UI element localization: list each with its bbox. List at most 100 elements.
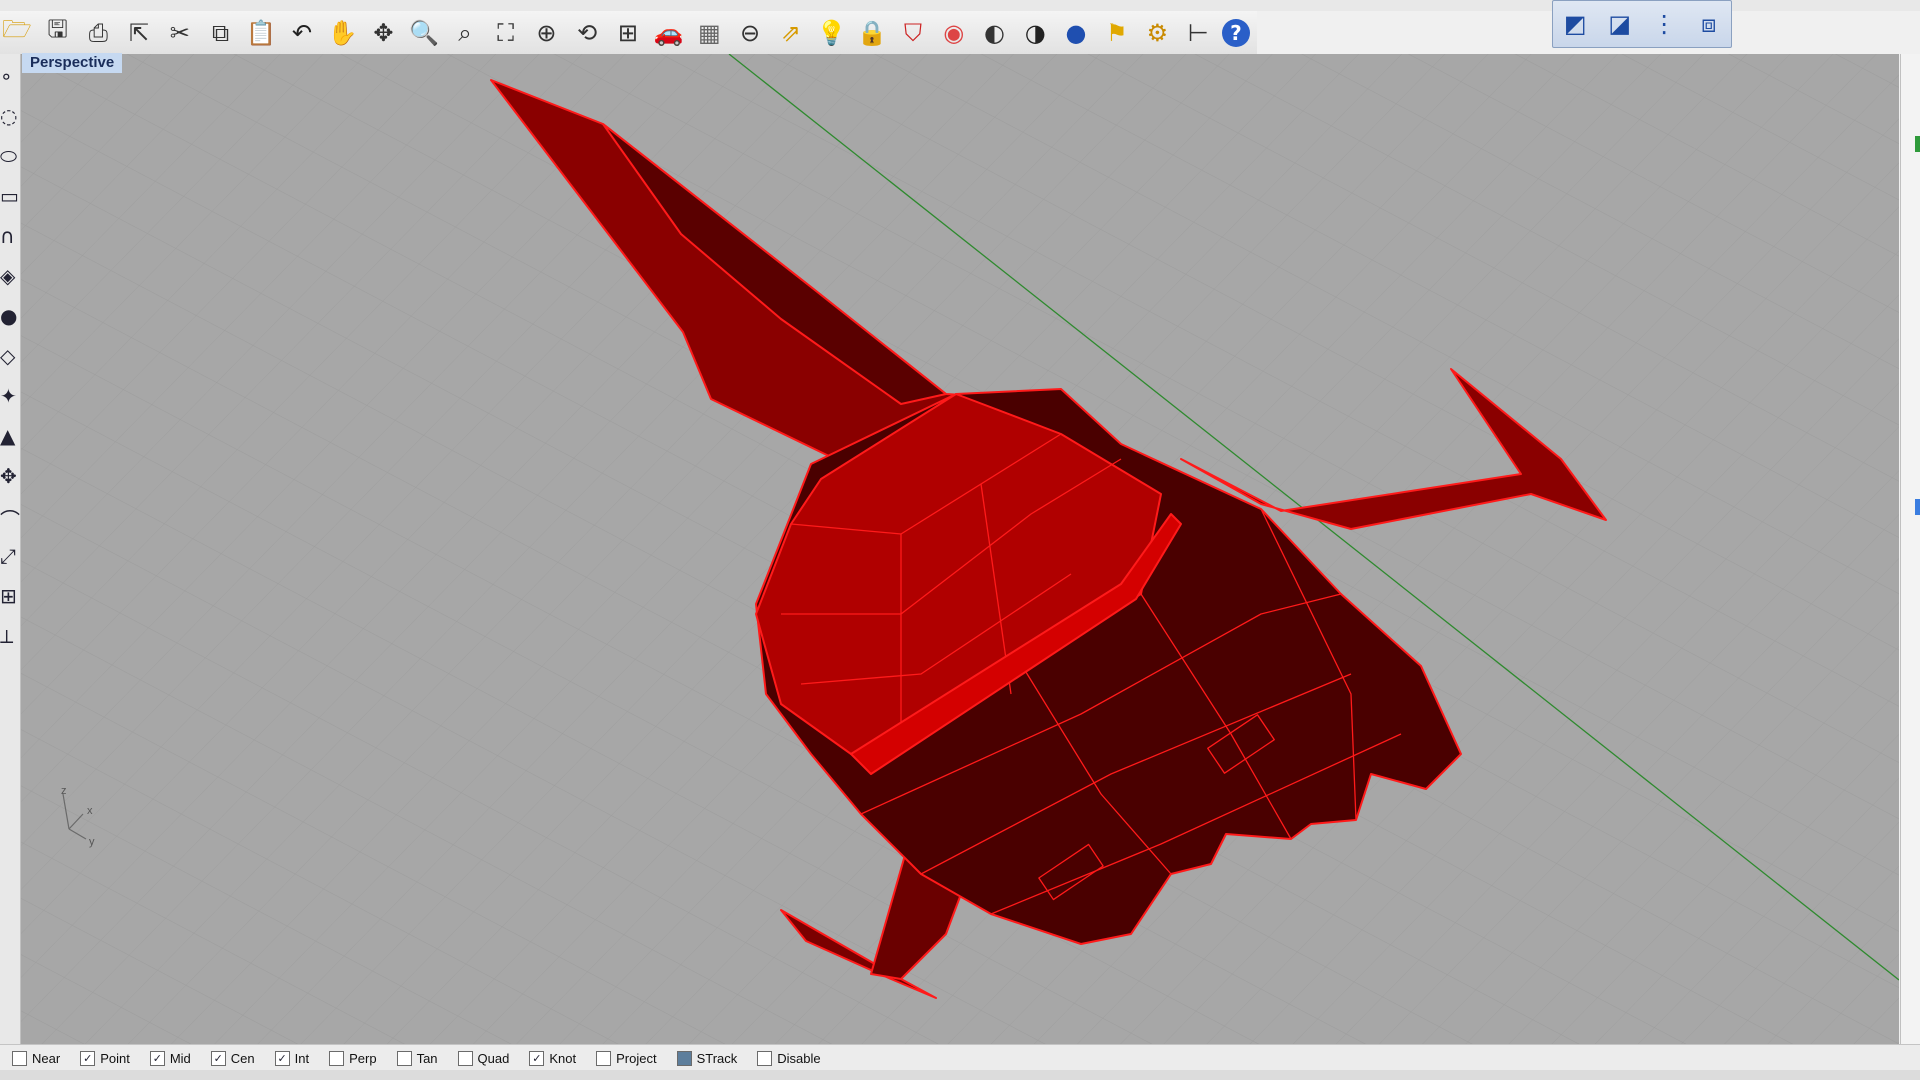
car-icon[interactable]: 🚗 <box>652 15 686 51</box>
dimension-tool-icon[interactable]: ⊞ <box>0 584 20 614</box>
surface-tool-icon[interactable]: ◈ <box>0 264 20 294</box>
ellipse-tool-icon[interactable]: ⬭ <box>0 144 20 174</box>
material-sphere-icon[interactable]: ◐ <box>978 15 1012 51</box>
layer-icon[interactable]: ⛉ <box>896 15 930 51</box>
perspective-viewport[interactable]: z x y <box>21 54 1899 1044</box>
snap-project[interactable]: Project <box>596 1050 657 1066</box>
snap-tan[interactable]: Tan <box>396 1050 438 1066</box>
rectangle-tool-icon[interactable]: ▭ <box>0 184 20 214</box>
snap-int[interactable]: ✓ Int <box>274 1050 310 1066</box>
snap-tan-checkbox[interactable] <box>396 1050 412 1066</box>
snap-point-label: Point <box>100 1050 130 1066</box>
blue-indicator <box>1915 499 1920 515</box>
snap-knot-label: Knot <box>549 1050 577 1066</box>
view-front-icon[interactable]: ⋮ <box>1647 7 1681 41</box>
point-icon[interactable]: ⊖ <box>733 15 767 51</box>
move-tool-icon[interactable]: ✥ <box>0 464 20 494</box>
snap-strack-label: STrack <box>696 1050 738 1066</box>
analyze-tool-icon[interactable]: ⟂ <box>0 624 20 654</box>
viewport-canvas[interactable]: z x y <box>21 54 1899 1044</box>
transform-tool-icon[interactable]: ⤢ <box>0 544 20 574</box>
dimension-icon[interactable]: ⊢ <box>1181 15 1215 51</box>
flag-icon[interactable]: ⚑ <box>1100 15 1134 51</box>
snap-int-label: Int <box>294 1050 310 1066</box>
snap-quad-checkbox[interactable] <box>457 1050 473 1066</box>
viewport-title[interactable]: Perspective <box>22 53 123 73</box>
snap-mid-label: Mid <box>169 1050 191 1066</box>
snap-mid[interactable]: ✓ Mid <box>149 1050 191 1066</box>
snap-disable-checkbox[interactable] <box>757 1050 773 1066</box>
right-panel-strip <box>1900 54 1920 1044</box>
paste-icon[interactable]: 📋 <box>244 15 278 51</box>
snap-cen-label: Cen <box>230 1050 255 1066</box>
snap-mid-checkbox[interactable]: ✓ <box>149 1050 165 1066</box>
snap-strack[interactable]: STrack <box>676 1050 738 1066</box>
snap-disable[interactable]: Disable <box>757 1050 821 1066</box>
color-wheel-icon[interactable]: ◉ <box>937 15 971 51</box>
rotate-view-icon[interactable]: ✥ <box>367 15 401 51</box>
snap-strack-checkbox[interactable] <box>676 1050 692 1066</box>
green-indicator <box>1915 136 1920 152</box>
render-sphere-icon[interactable]: ◑ <box>1018 15 1052 51</box>
move-icon[interactable]: ⇗ <box>774 15 808 51</box>
explode-tool-icon[interactable]: ✦ <box>0 384 20 414</box>
grid-plane-icon[interactable]: ▦ <box>692 15 726 51</box>
settings-icon[interactable]: ⚙ <box>1141 15 1175 51</box>
snap-near-checkbox[interactable] <box>12 1050 27 1066</box>
lock-icon[interactable]: 🔒 <box>855 15 889 51</box>
loft-tool-icon[interactable]: ◇ <box>0 344 20 374</box>
axis-label-z: z <box>61 785 67 797</box>
cut-icon[interactable]: ✂ <box>163 15 197 51</box>
snap-near-label: Near <box>32 1050 61 1066</box>
snap-disable-label: Disable <box>777 1050 821 1066</box>
pan-icon[interactable]: ✋ <box>326 15 360 51</box>
light-icon[interactable]: 💡 <box>815 15 849 51</box>
left-toolbar: ∘ ◌ ⬭ ▭ ∩ ◈ ● ◇ ✦ ▲ ✥ ⌒ ⤢ ⊞ ⟂ <box>0 54 21 1044</box>
zoom-window-icon[interactable]: ⌕ <box>448 15 482 51</box>
undo-icon[interactable]: ↶ <box>285 15 319 51</box>
snap-cen-checkbox[interactable]: ✓ <box>210 1050 226 1066</box>
snap-knot[interactable]: ✓ Knot <box>529 1050 577 1066</box>
bottom-status-strip <box>0 1070 1920 1080</box>
view-toolbar: ◩ ◪ ⋮ ⧈ <box>1552 0 1732 48</box>
osnap-status-bar: Near ✓ Point ✓ Mid ✓ Cen ✓ Int Perp Tan Quad ✓ Knot Pr… <box>0 1044 1920 1071</box>
snap-quad[interactable]: Quad <box>457 1050 510 1066</box>
snap-perp[interactable]: Perp <box>329 1050 377 1066</box>
zoom-icon[interactable]: 🔍 <box>407 15 441 51</box>
snap-tan-label: Tan <box>416 1050 438 1066</box>
view-3d-icon[interactable]: ◩ <box>1558 7 1592 41</box>
zoom-extents-icon[interactable]: ⛶ <box>489 15 523 51</box>
snap-knot-checkbox[interactable]: ✓ <box>529 1050 545 1066</box>
print-icon[interactable]: ⎙ <box>81 15 115 51</box>
main-toolbar: 🗁 🖫 ⎙ ⇱ ✂ ⧉ 📋 ↶ ✋ ✥ 🔍 ⌕ ⛶ ⊕ ⟲ ⊞ 🚗 ▦ ⊖ ⇗ 💡 🔒 ⛉ ◉ ◐ ◑ ● ⚑ ⚙ ⊢? <box>0 11 1257 55</box>
arc-tool-icon[interactable]: ∩ <box>0 224 20 254</box>
snap-cen[interactable]: ✓ Cen <box>210 1050 255 1066</box>
export-icon[interactable]: ⇱ <box>122 15 156 51</box>
snap-perp-label: Perp <box>349 1050 377 1066</box>
point-tool-icon[interactable]: ∘ <box>0 64 20 94</box>
snap-quad-label: Quad <box>477 1050 510 1066</box>
curve-tool-icon[interactable]: ⌒ <box>0 504 20 534</box>
zoom-selected-icon[interactable]: ⊕ <box>530 15 564 51</box>
snap-point-checkbox[interactable]: ✓ <box>80 1050 96 1066</box>
blue-sphere-icon[interactable]: ● <box>1059 15 1093 51</box>
view-top-icon[interactable]: ◪ <box>1603 7 1637 41</box>
four-viewports-icon[interactable]: ⊞ <box>611 15 645 51</box>
snap-int-checkbox[interactable]: ✓ <box>274 1050 290 1066</box>
open-icon[interactable]: 🗁 <box>0 15 34 51</box>
undo-view-icon[interactable]: ⟲ <box>570 15 604 51</box>
copy-icon[interactable]: ⧉ <box>204 15 238 51</box>
save-icon[interactable]: 🖫 <box>41 15 75 51</box>
snap-project-label: Project <box>616 1050 657 1066</box>
axis-label-x: x <box>87 805 93 817</box>
view-right-icon[interactable]: ⧈ <box>1692 7 1726 41</box>
help-icon[interactable]: ? <box>1222 18 1250 47</box>
axis-label-y: y <box>89 836 95 848</box>
snap-point[interactable]: ✓ Point <box>80 1050 130 1066</box>
sphere-tool-icon[interactable]: ● <box>0 304 20 334</box>
circle-tool-icon[interactable]: ◌ <box>0 104 20 134</box>
snap-project-checkbox[interactable] <box>596 1050 612 1066</box>
snap-perp-checkbox[interactable] <box>329 1050 345 1066</box>
extrude-tool-icon[interactable]: ▲ <box>0 424 20 454</box>
snap-near[interactable]: Near <box>12 1050 61 1066</box>
